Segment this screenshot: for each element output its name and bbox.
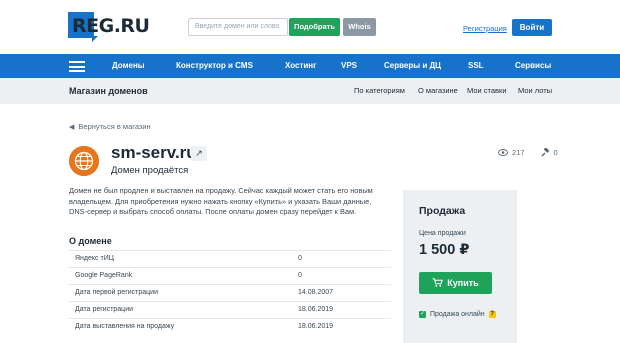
row-key: Дата выставления на продажу [75,323,175,330]
row-value: 0 [298,272,302,279]
domain-status: Домен продаётся [111,165,189,176]
online-sale-label: Продажа онлайн [430,311,485,318]
row-key: Дата регистрации [75,306,134,313]
bids-count: 0 [553,148,558,157]
shop-subheader: Магазин доменов По категориям О магазине… [0,78,620,104]
help-icon[interactable]: ? [488,311,496,318]
nav-item-services[interactable]: Сервисы [515,54,551,78]
nav-item-servers[interactable]: Серверы и ДЦ [384,54,441,78]
about-domain-heading: О домене [69,236,112,246]
row-value: 18.06.2019 [298,306,334,313]
logo-text: REG.RU [72,15,150,37]
nav-item-ssl[interactable]: SSL [468,54,484,78]
pick-domain-button[interactable]: Подобрать [289,18,340,36]
row-key: Яндекс тИЦ [75,255,114,262]
about-domain-table: Яндекс тИЦ 0 Google PageRank 0 Дата перв… [69,250,391,335]
link-about-shop[interactable]: О магазине [418,78,458,104]
top-header: REG.RU Введите домен или слово Подобрать… [0,0,620,54]
nav-item-domains[interactable]: Домены [112,54,145,78]
nav-item-vps[interactable]: VPS [341,54,357,78]
sale-panel: Продажа Цена продажи 1 500 ₽ Купить ✓ Пр… [403,190,517,343]
nav-item-hosting[interactable]: Хостинг [285,54,316,78]
menu-icon[interactable] [69,61,85,72]
check-icon: ✓ [419,311,426,318]
shop-title: Магазин доменов [69,86,148,96]
logo[interactable]: REG.RU [68,12,150,38]
back-link-label: Вернуться в магазин [78,122,151,131]
table-row: Google PageRank 0 [69,267,391,284]
row-key: Дата первой регистрации [75,289,158,296]
views-count: 217 [512,148,525,157]
table-row: Дата выставления на продажу 18.06.2019 [69,318,391,335]
domain-description: Домен не был продлен и выставлен на прод… [69,186,373,216]
link-by-category[interactable]: По категориям [354,78,405,104]
main-nav: Домены Конструктор и CMS Хостинг VPS Сер… [0,54,620,78]
sale-title: Продажа [419,205,466,217]
register-link[interactable]: Регистрация [463,24,507,33]
table-row: Дата регистрации 18.06.2019 [69,301,391,318]
link-my-lots[interactable]: Мои лоты [518,78,552,104]
external-link-icon[interactable]: ↗ [191,146,207,161]
domain-search-input[interactable]: Введите домен или слово [188,18,288,36]
link-my-bids[interactable]: Мои ставки [467,78,507,104]
row-value: 14.08.2007 [298,289,334,296]
domain-name: sm-serv.ru [111,143,197,162]
price-label: Цена продажи [419,230,466,237]
nav-item-builder-cms[interactable]: Конструктор и CMS [176,54,253,78]
gavel-icon [540,148,549,157]
row-key: Google PageRank [75,272,133,279]
buy-button-label: Купить [447,278,479,288]
domain-stats: 217 0 [498,148,558,157]
price-value: 1 500 ₽ [419,242,470,258]
row-value: 0 [298,255,302,262]
row-value: 18.06.2019 [298,323,334,330]
table-row: Яндекс тИЦ 0 [69,250,391,267]
online-sale-row: ✓ Продажа онлайн ? [419,311,496,318]
arrow-left-icon: ◀ [69,124,75,131]
buy-button[interactable]: Купить [419,272,492,294]
globe-icon [69,146,99,176]
back-to-shop-link[interactable]: ◀ Вернуться в магазин [69,122,151,131]
login-button[interactable]: Войти [512,19,552,36]
eye-icon [498,149,508,156]
whois-button[interactable]: Whois [343,18,376,36]
table-row: Дата первой регистрации 14.08.2007 [69,284,391,301]
cart-icon [432,278,444,287]
